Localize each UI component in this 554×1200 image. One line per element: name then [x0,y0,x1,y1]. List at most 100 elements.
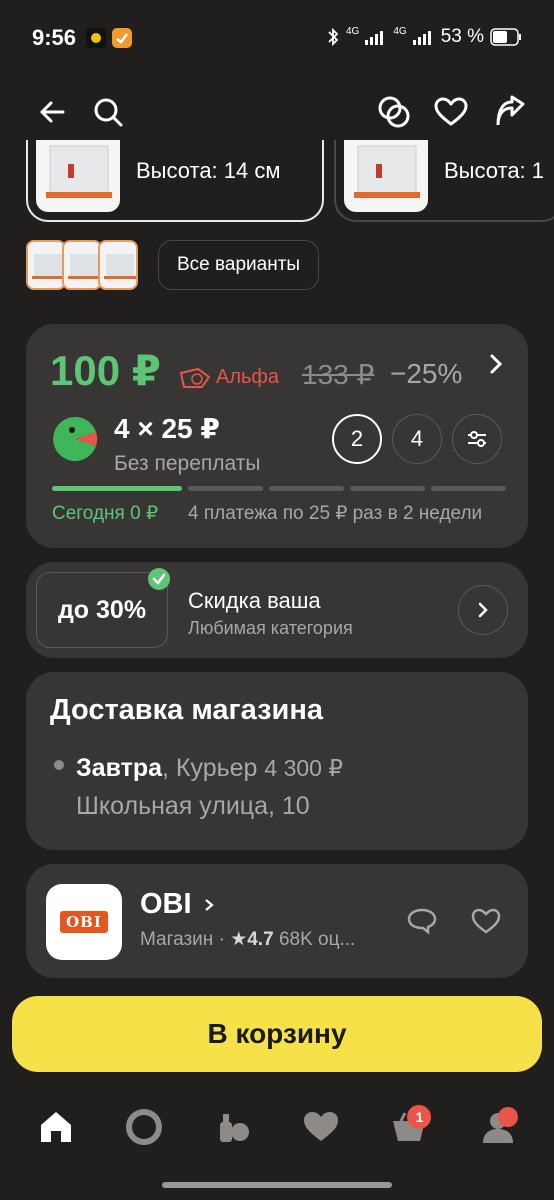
delivery-option: Завтра, Курьер 4 300 ₽ [76,754,343,783]
battery-icon [490,28,521,46]
variant-mini-thumbnails[interactable] [26,240,138,290]
back-button[interactable] [32,92,72,132]
chevron-right-icon [490,354,503,374]
store-info: Магазин · ★4.7 68K оц... [140,928,355,951]
delivery-address: Школьная улица, 10 [76,792,310,820]
heart-icon [434,97,468,126]
notification-icon [86,28,106,48]
status-time: 9:56 [32,25,77,50]
store-reviews: 68K оц... [278,929,356,950]
battery-percent: 53 % [440,26,484,47]
home-icon [41,1112,72,1142]
app-notification-icon [112,28,132,48]
variant-thumbnail [36,140,120,212]
installment-option-4[interactable]: 4 [392,414,442,464]
variant-label: Высота: 1 [444,158,545,183]
installment-option-2[interactable]: 2 [332,414,382,464]
all-variants-button[interactable]: Все варианты [158,240,320,290]
price-details-chevron[interactable] [486,352,506,376]
status-bar: 9:56 4G 4G 53 % [0,0,554,74]
bottom-nav: 1 [0,1092,554,1162]
share-icon [496,95,525,126]
progress-segment [350,486,425,491]
mini-thumbnail[interactable] [26,240,66,290]
top-nav [0,88,554,138]
check-icon [148,568,170,590]
payments-schedule: 4 платежа по 25 ₽ раз в 2 недели [188,503,483,524]
delivery-bullet [54,760,64,770]
network-label: 4G [346,25,360,37]
progress-segment [188,486,263,491]
price-card: 100 ₽ Альфа 133 ₽ −25% 4 × 25 ₽ Без пере… [26,324,528,548]
nav-catalog[interactable] [203,1097,263,1157]
nav-cart[interactable]: 1 [379,1097,439,1157]
store-name-link[interactable]: OBI [140,888,216,921]
alice-icon [126,1109,163,1145]
discount-card[interactable]: до 30% Скидка ваша Любимая категория [26,562,528,658]
alfa-ticket-icon [179,367,211,388]
system-icons: 4G 4G 53 % [326,26,522,48]
discount-percent: −25% [390,358,463,389]
alfa-offer[interactable]: Альфа [178,366,279,389]
search-button[interactable] [88,92,128,132]
network-label-2: 4G [393,25,407,37]
variant-thumbnail [344,140,428,212]
nav-profile[interactable] [468,1097,528,1157]
variant-card-selected[interactable]: Высота: 14 см [26,140,324,222]
compare-button[interactable] [374,92,414,132]
favorite-button[interactable] [431,92,471,132]
progress-segment [52,486,182,491]
chevron-right-icon [478,602,488,618]
progress-segment [431,486,506,491]
filter-icon [468,431,486,447]
delivery-title: Доставка магазина [50,694,323,726]
discount-subtitle: Любимая категория [188,618,353,638]
today-payment: Сегодня 0 ₽ [52,503,159,524]
obi-logo: OBI [60,911,108,933]
store-rating: 4.7 [247,929,274,950]
profile-notification-dot [497,1107,518,1127]
nav-home[interactable] [26,1097,86,1157]
discount-details-button[interactable] [458,585,508,635]
installment-progress [52,486,506,491]
variant-label: Высота: 14 см [136,158,281,183]
current-price: 100 ₽ [50,347,161,394]
compare-icon [378,96,410,128]
nav-favorites[interactable] [291,1097,351,1157]
bluetooth-icon [328,27,339,47]
store-favorite-button[interactable] [466,901,506,941]
favorites-icon [304,1112,339,1141]
mini-thumbnail[interactable] [98,240,138,290]
add-to-cart-button[interactable]: В корзину [12,996,542,1072]
variant-card[interactable]: Высота: 1 [334,140,554,222]
nav-alice[interactable] [114,1097,174,1157]
star-icon: ★ [230,929,248,950]
search-icon [94,98,123,127]
signal-icon [365,31,384,45]
delivery-method: , Курьер [162,754,258,782]
delivery-when: Завтра [76,754,163,782]
mini-thumbnail[interactable] [62,240,102,290]
chat-icon [407,908,437,935]
store-name: OBI [140,888,192,920]
notification-icons [86,28,132,48]
gesture-bar [162,1182,392,1188]
installment-settings-button[interactable] [452,414,502,464]
split-logo-icon [52,416,98,462]
store-logo: OBI [46,884,122,960]
split-installment: 4 × 25 ₽ [114,413,220,444]
share-button[interactable] [490,92,530,132]
delivery-card[interactable]: Доставка магазина Завтра, Курьер 4 300 ₽… [26,672,528,850]
progress-segment [269,486,344,491]
old-price: 133 ₽ [302,359,375,390]
catalog-icon [219,1114,249,1142]
chat-button[interactable] [402,901,442,941]
signal-icon-2 [412,31,431,45]
alfa-label: Альфа [216,366,280,388]
heart-icon [471,908,501,934]
delivery-cost: 4 300 ₽ [264,755,343,781]
store-card[interactable]: OBI OBI Магазин · ★4.7 68K оц... [26,864,528,978]
discount-title: Скидка ваша [188,588,321,613]
split-subtitle: Без переплаты [114,452,261,475]
store-type: Магазин · [140,929,225,950]
